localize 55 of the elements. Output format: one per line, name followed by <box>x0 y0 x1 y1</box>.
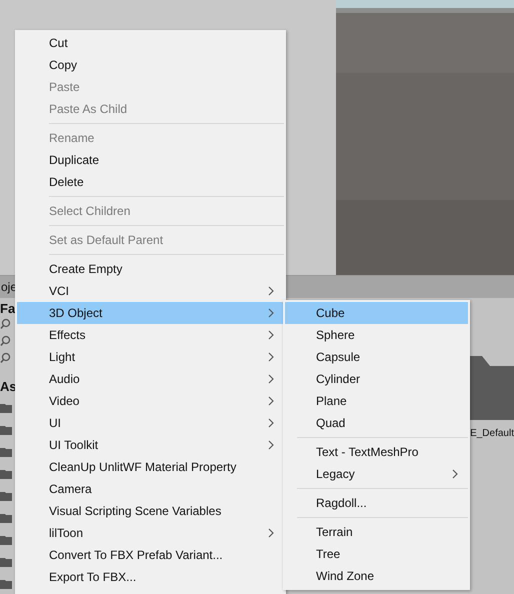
chevron-icon <box>268 528 274 538</box>
menu-item[interactable]: Text - TextMeshPro <box>285 441 468 463</box>
menu-item[interactable]: Legacy <box>285 463 468 485</box>
menu-item[interactable]: Terrain <box>285 521 468 543</box>
menu-item[interactable]: Create Empty <box>17 258 284 280</box>
menu-item[interactable]: VCI <box>17 280 284 302</box>
folder-icon <box>0 469 12 479</box>
folder-icon <box>0 491 12 501</box>
menu-item[interactable]: Plane <box>285 390 468 412</box>
search-icon <box>0 335 12 347</box>
folder-icon <box>0 513 12 523</box>
chevron-icon <box>452 469 458 479</box>
menu-item[interactable]: Cube <box>285 302 468 324</box>
chevron-icon <box>268 374 274 384</box>
menu-item[interactable]: Sphere <box>285 324 468 346</box>
asset-name: E_Default <box>470 428 514 439</box>
menu-item[interactable]: Visual Scripting Scene Variables <box>17 500 284 522</box>
menu-item[interactable]: Audio <box>17 368 284 390</box>
menu-item[interactable]: Light <box>17 346 284 368</box>
menu-item[interactable]: Export To FBX... <box>17 566 284 588</box>
favorites-label: Fa <box>0 301 16 316</box>
menu-item[interactable]: Copy <box>17 54 284 76</box>
chevron-icon <box>268 418 274 428</box>
menu-item[interactable]: CleanUp UnlitWF Material Property <box>17 456 284 478</box>
menu-item[interactable]: lilToon <box>17 522 284 544</box>
chevron-icon <box>268 396 274 406</box>
menu-item[interactable]: Cut <box>17 32 284 54</box>
menu-item[interactable]: Wind Zone <box>285 565 468 587</box>
menu-item[interactable]: Camera <box>17 478 284 500</box>
menu-item[interactable]: Quad <box>285 412 468 434</box>
menu-item[interactable]: Effects <box>17 324 284 346</box>
menu-item[interactable]: 3D Object <box>17 302 284 324</box>
chevron-icon <box>268 286 274 296</box>
chevron-icon <box>268 308 274 318</box>
folder-icon <box>0 535 12 545</box>
folder-icon <box>0 447 12 457</box>
menu-item[interactable]: UI Toolkit <box>17 434 284 456</box>
menu-item[interactable]: Video <box>17 390 284 412</box>
chevron-icon <box>268 352 274 362</box>
folder-icon <box>0 579 12 589</box>
menu-item[interactable]: Delete <box>17 171 284 193</box>
chevron-icon <box>268 330 274 340</box>
search-icon <box>0 352 12 364</box>
menu-item[interactable]: Capsule <box>285 346 468 368</box>
chevron-icon <box>268 440 274 450</box>
menu-item[interactable]: Duplicate <box>17 149 284 171</box>
menu-item[interactable]: Tree <box>285 543 468 565</box>
folder-icon <box>0 557 12 567</box>
menu-item[interactable]: Convert To FBX Prefab Variant... <box>17 544 284 566</box>
folder-icon <box>0 403 12 413</box>
menu-item[interactable]: UI <box>17 412 284 434</box>
folder-icon <box>0 425 12 435</box>
menu-item[interactable]: Cylinder <box>285 368 468 390</box>
search-icon <box>0 318 12 330</box>
menu-item[interactable]: Ragdoll... <box>285 492 468 514</box>
